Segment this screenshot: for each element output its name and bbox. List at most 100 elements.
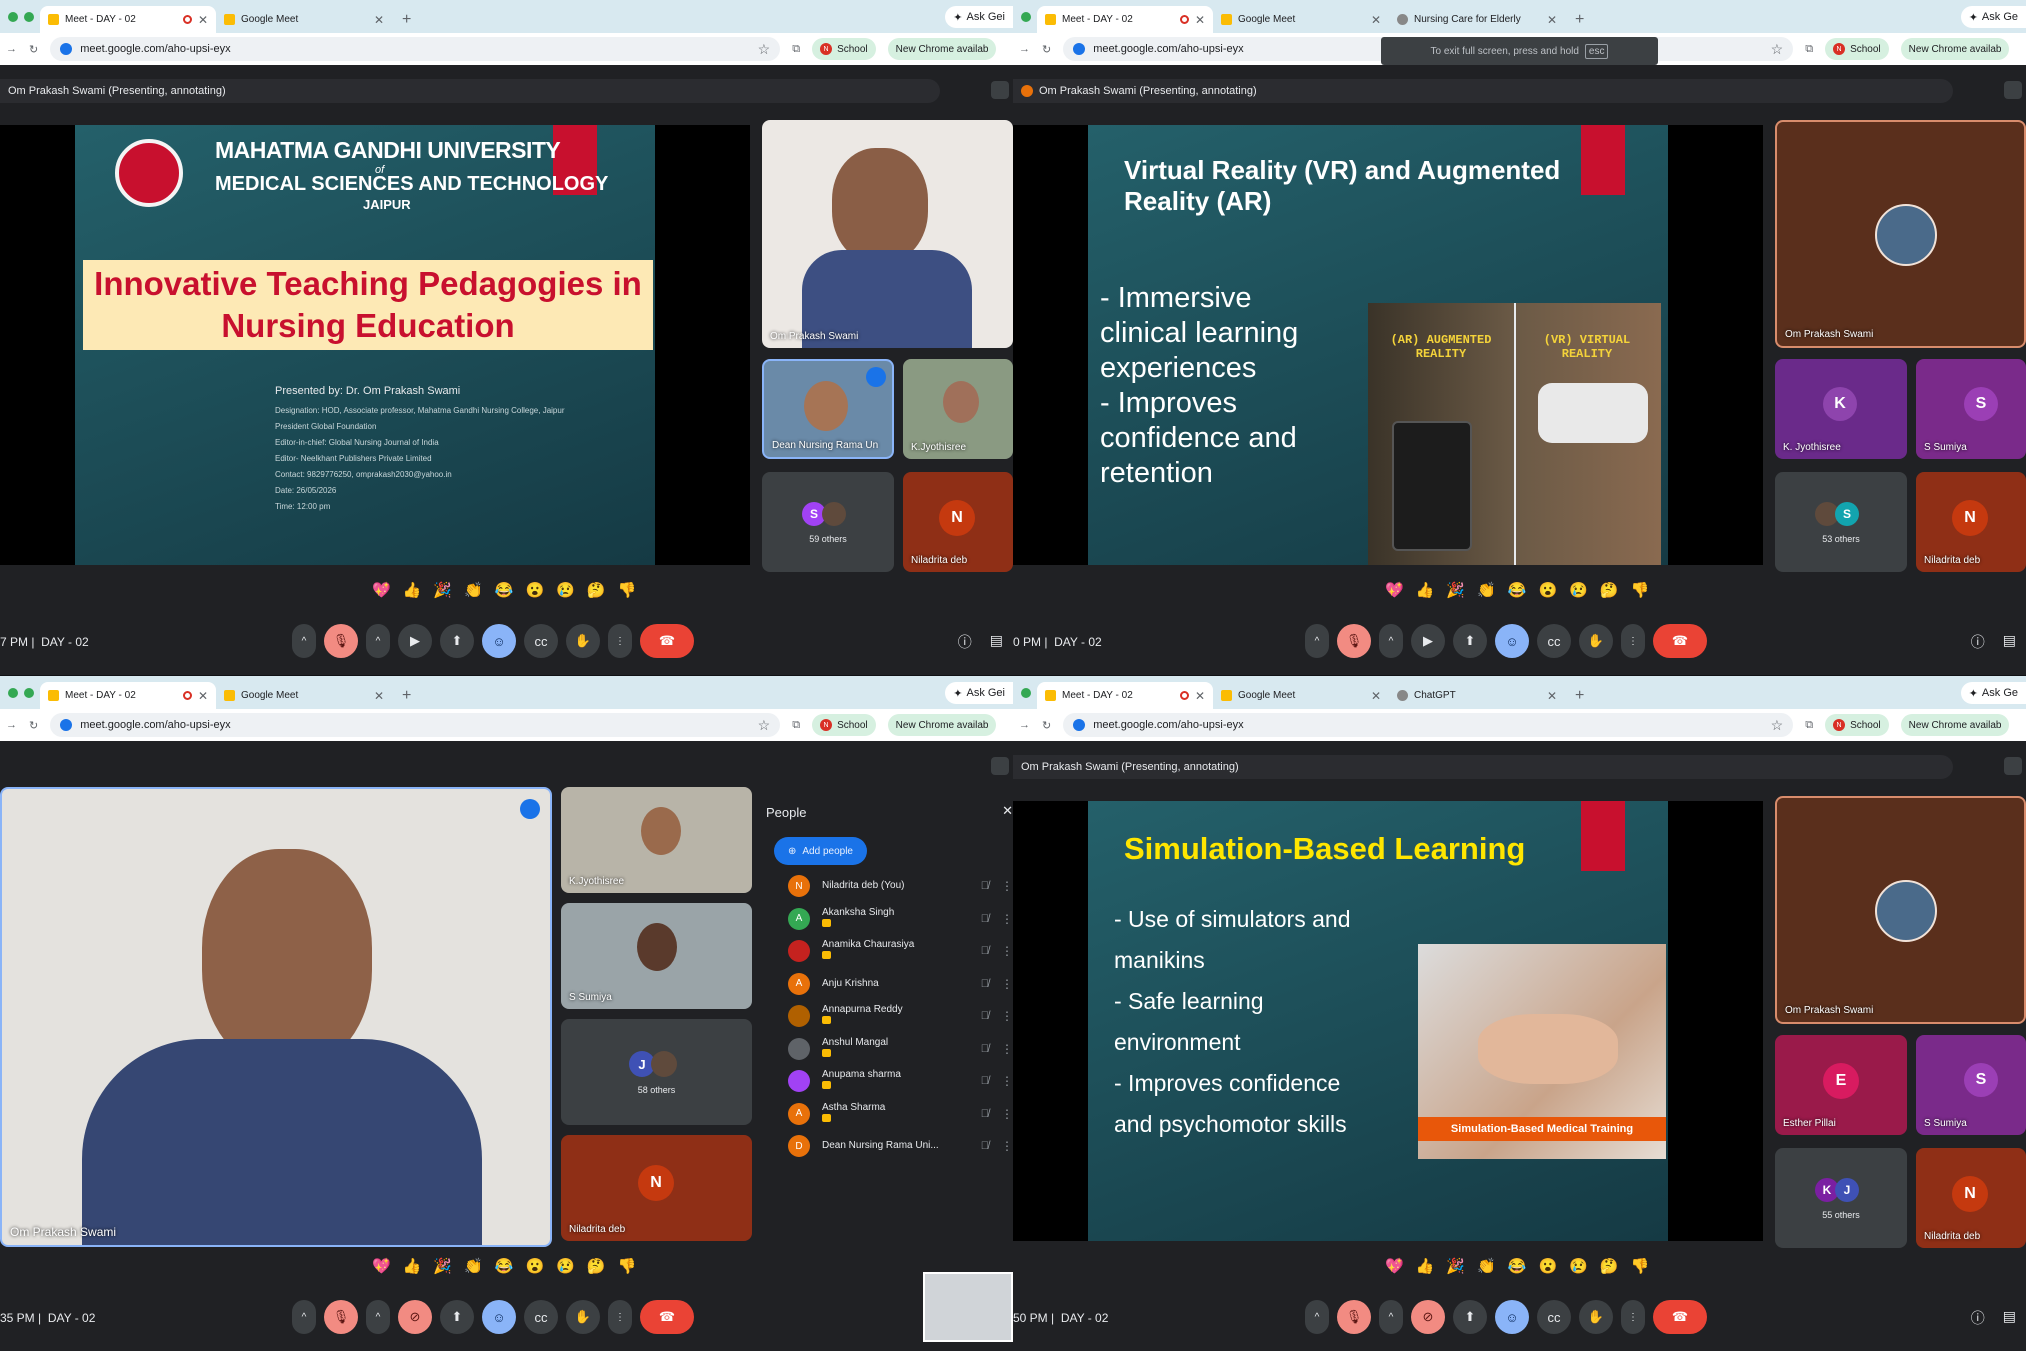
mic-off-icon[interactable]: 🎙 (324, 1300, 358, 1334)
more-options-icon[interactable]: ⋮ (1621, 1300, 1645, 1334)
ask-gemini-button[interactable]: ✦ Ask Ge (1960, 682, 2026, 704)
reaction-laugh[interactable]: 😂 (495, 1257, 514, 1275)
close-panel-icon[interactable]: ✕ (1002, 803, 1013, 819)
mic-options-button[interactable]: ^ (292, 624, 316, 658)
close-tab-icon[interactable]: ✕ (1195, 689, 1205, 703)
present-icon[interactable]: ⬆ (1453, 1300, 1487, 1334)
captions-icon[interactable]: cc (524, 1300, 558, 1334)
reaction-heart[interactable]: 💖 (372, 581, 391, 599)
back-icon[interactable]: → (1019, 43, 1030, 55)
emoji-icon[interactable]: ☺ (1495, 1300, 1529, 1334)
captions-icon[interactable]: cc (1537, 1300, 1571, 1334)
reaction-clap[interactable]: 👏 (464, 581, 483, 599)
bookmark-star-icon[interactable]: ☆ (758, 41, 771, 58)
participant-row[interactable]: Anshul Mangal 🎙̸ ⋮ (788, 1034, 1013, 1064)
present-icon[interactable]: ⬆ (440, 624, 474, 658)
emoji-icon[interactable]: ☺ (1495, 624, 1529, 658)
participant-tile[interactable]: K.Jyothisree (561, 787, 752, 893)
reaction-thumbs-down[interactable]: 👎 (618, 1257, 637, 1275)
emoji-icon[interactable]: ☺ (482, 624, 516, 658)
mic-muted-icon[interactable]: 🎙̸ (981, 978, 989, 990)
camera-options-button[interactable]: ^ (1379, 1300, 1403, 1334)
mic-off-icon[interactable]: 🎙 (1337, 624, 1371, 658)
window-dot[interactable] (1021, 11, 1031, 22)
participant-tile[interactable]: S S Sumiya (1916, 359, 2026, 459)
reaction-thinking[interactable]: 🤔 (1600, 1257, 1619, 1275)
participant-row[interactable]: D Dean Nursing Rama Uni... 🎙̸ ⋮ (788, 1131, 1013, 1161)
participant-row[interactable]: N Niladrita deb (You) 🎙̸ ⋮ (788, 871, 1013, 901)
leave-call-button[interactable]: ☎ (1653, 1300, 1707, 1334)
main-speaker-tile[interactable]: Om Prakash Swami (762, 120, 1013, 348)
info-icon[interactable]: ⓘ (1971, 1308, 1985, 1328)
main-speaker-tile[interactable]: Om Prakash Swami (1775, 796, 2026, 1024)
more-options-icon[interactable]: ⋮ (1001, 879, 1013, 893)
tab-meet[interactable]: Meet - DAY - 02 ✕ (40, 6, 216, 33)
reaction-party[interactable]: 🎉 (1446, 581, 1465, 599)
profile-school-pill[interactable]: N School (1825, 38, 1889, 60)
participant-row[interactable]: A Akanksha Singh 🎙̸ ⋮ (788, 904, 1013, 934)
cast-icon[interactable]: ⧉ (792, 43, 800, 56)
tab-google-meet[interactable]: Google Meet ✕ (216, 6, 392, 33)
reload-icon[interactable]: ↻ (29, 43, 38, 56)
mic-muted-icon[interactable]: 🎙̸ (981, 1140, 989, 1152)
chrome-update-pill[interactable]: New Chrome availab (887, 38, 997, 60)
participant-tile[interactable]: S S Sumiya (1916, 1035, 2026, 1135)
chrome-update-pill[interactable]: New Chrome availab (887, 714, 997, 736)
more-options-icon[interactable]: ⋮ (608, 624, 632, 658)
participant-row[interactable]: A Astha Sharma 🎙̸ ⋮ (788, 1099, 1013, 1129)
mic-muted-icon[interactable]: 🎙̸ (981, 945, 989, 957)
reaction-party[interactable]: 🎉 (433, 581, 452, 599)
mic-off-icon[interactable]: 🎙 (324, 624, 358, 658)
new-tab-button[interactable]: + (392, 11, 421, 33)
bookmark-star-icon[interactable]: ☆ (1771, 41, 1784, 58)
self-tile[interactable]: N Niladrita deb (1916, 472, 2026, 572)
mic-muted-icon[interactable]: 🎙̸ (981, 880, 989, 892)
camera-off-button-icon[interactable]: ⊘ (1411, 1300, 1445, 1334)
more-options-icon[interactable]: ⋮ (1001, 1139, 1013, 1153)
info-icon[interactable]: ⓘ (958, 632, 972, 652)
add-people-button[interactable]: ⊕ Add people (774, 837, 867, 865)
self-preview-thumbnail[interactable] (923, 1272, 1013, 1342)
window-dot[interactable] (24, 11, 34, 22)
more-options-icon[interactable]: ⋮ (1001, 1009, 1013, 1023)
emoji-icon[interactable]: ☺ (482, 1300, 516, 1334)
window-dot[interactable] (1021, 687, 1031, 698)
tab-meet[interactable]: Meet - DAY - 02 ✕ (1037, 6, 1213, 33)
reaction-thumbs-up[interactable]: 👍 (1416, 581, 1435, 599)
reaction-thumbs-down[interactable]: 👎 (1631, 581, 1650, 599)
camera-off-icon[interactable] (2004, 757, 2022, 775)
mic-muted-icon[interactable]: 🎙̸ (981, 1043, 989, 1055)
captions-icon[interactable]: cc (1537, 624, 1571, 658)
participant-tile[interactable]: Dean Nursing Rama Un (762, 359, 894, 459)
window-dot[interactable] (8, 11, 18, 22)
bookmark-star-icon[interactable]: ☆ (758, 717, 771, 734)
close-tab-icon[interactable]: ✕ (1547, 689, 1557, 703)
reload-icon[interactable]: ↻ (1042, 719, 1051, 732)
leave-call-button[interactable]: ☎ (640, 1300, 694, 1334)
reaction-thumbs-down[interactable]: 👎 (1631, 1257, 1650, 1275)
reaction-thumbs-up[interactable]: 👍 (403, 1257, 422, 1275)
new-tab-button[interactable]: + (1565, 11, 1594, 33)
close-tab-icon[interactable]: ✕ (1547, 13, 1557, 27)
raise-hand-icon[interactable]: ✋ (1579, 1300, 1613, 1334)
window-dot[interactable] (8, 687, 18, 698)
mic-off-icon[interactable]: 🎙 (1337, 1300, 1371, 1334)
mic-options-button[interactable]: ^ (1305, 624, 1329, 658)
new-tab-button[interactable]: + (1565, 687, 1594, 709)
reaction-clap[interactable]: 👏 (464, 1257, 483, 1275)
site-info-icon[interactable] (60, 719, 73, 731)
url-omnibox[interactable]: meet.google.com/aho-upsi-eyx ☆ (50, 37, 781, 61)
more-options-icon[interactable]: ⋮ (1001, 977, 1013, 991)
reaction-thinking[interactable]: 🤔 (587, 1257, 606, 1275)
close-tab-icon[interactable]: ✕ (1371, 689, 1381, 703)
cast-icon[interactable]: ⧉ (792, 719, 800, 732)
ask-gemini-button[interactable]: ✦ Ask Gei (945, 682, 1013, 704)
reaction-heart[interactable]: 💖 (1385, 1257, 1404, 1275)
profile-school-pill[interactable]: N School (812, 714, 876, 736)
reaction-clap[interactable]: 👏 (1477, 581, 1496, 599)
leave-call-button[interactable]: ☎ (640, 624, 694, 658)
url-omnibox[interactable]: meet.google.com/aho-upsi-eyx ☆ (50, 713, 781, 737)
chat-icon[interactable]: ▤ (2003, 632, 2016, 652)
mic-muted-icon[interactable]: 🎙̸ (981, 1075, 989, 1087)
back-icon[interactable]: → (1019, 719, 1030, 731)
